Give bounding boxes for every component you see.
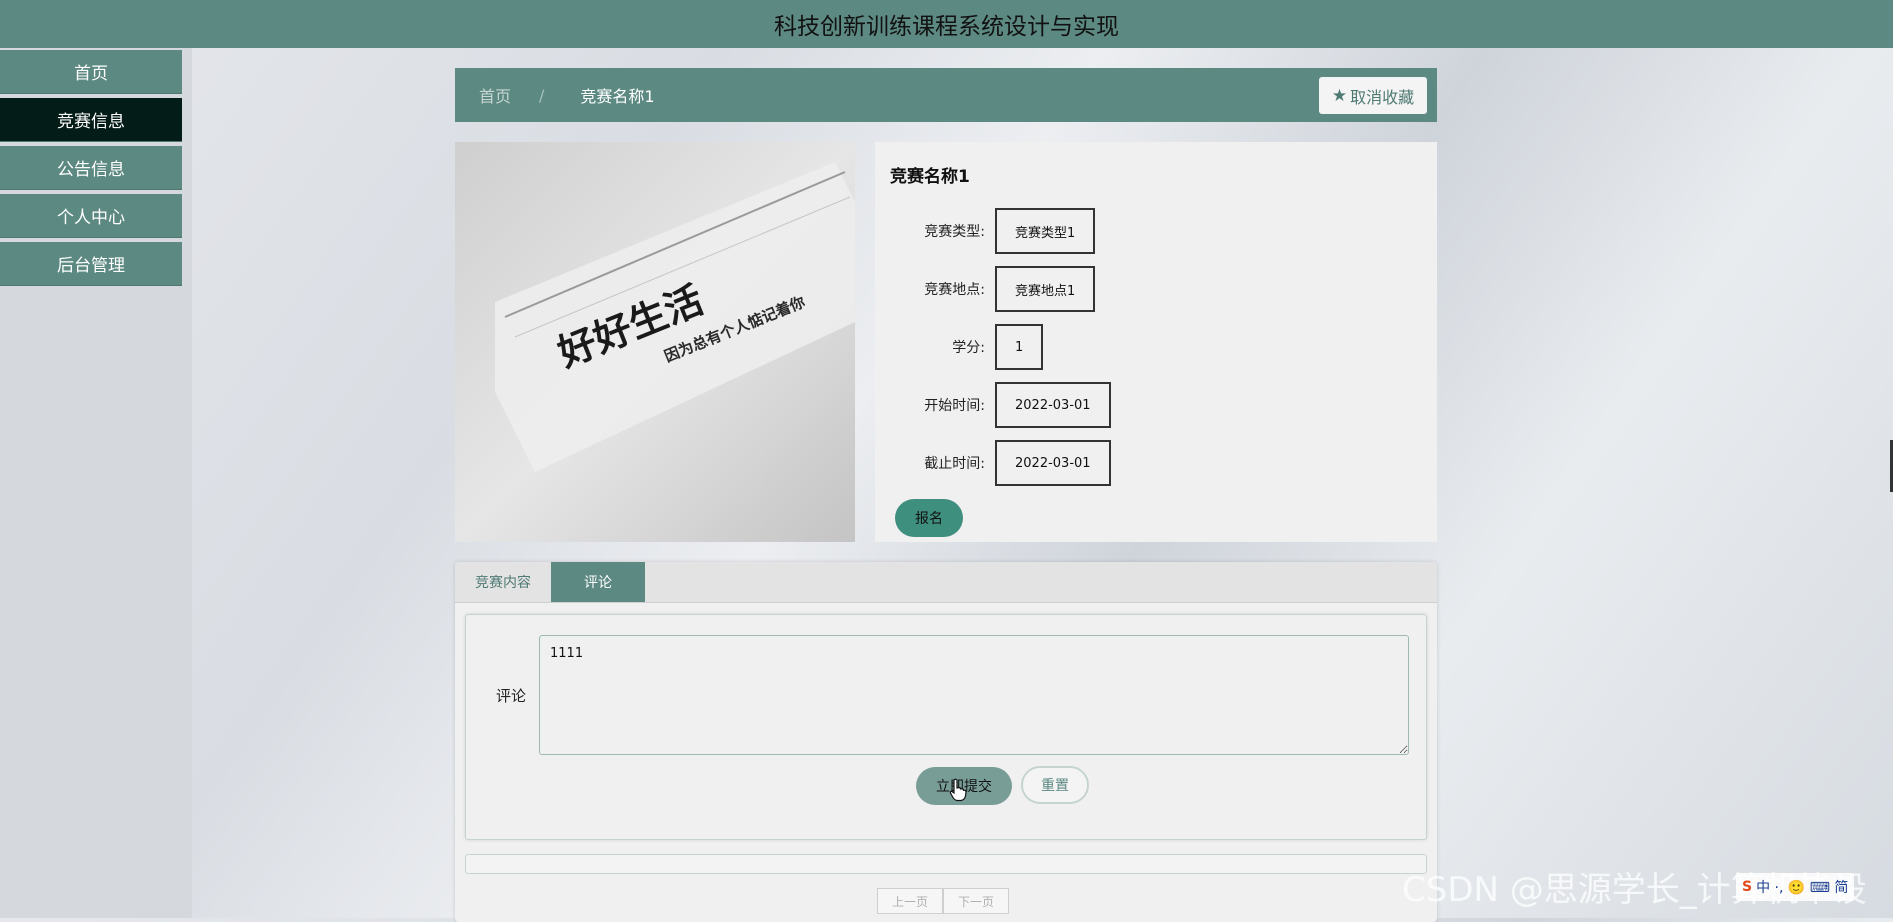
- detail-value: 2022-03-01: [995, 382, 1111, 428]
- competition-image-art: 好好生活 因为总有个人惦记着你: [455, 142, 855, 542]
- breadcrumb-home-link[interactable]: 首页: [479, 83, 511, 107]
- comment-label: 评论: [496, 687, 527, 705]
- comment-form: 评论 1111 立即提交 重置: [465, 614, 1427, 840]
- prev-page-button[interactable]: 上一页: [877, 888, 943, 914]
- app-title: 科技创新训练课程系统设计与实现: [774, 14, 1119, 40]
- competition-title: 竞赛名称1: [890, 167, 970, 187]
- detail-row-credits: 学分: 1: [875, 324, 1437, 370]
- app-header: 科技创新训练课程系统设计与实现: [0, 0, 1893, 48]
- detail-row-end-time: 截止时间: 2022-03-01: [875, 440, 1437, 486]
- detail-label: 竞赛地点:: [924, 282, 985, 298]
- sidebar-item-competitions[interactable]: 竞赛信息: [0, 98, 182, 142]
- tab-comments[interactable]: 评论: [551, 562, 645, 602]
- detail-label: 截止时间:: [924, 456, 985, 472]
- next-page-button[interactable]: 下一页: [943, 888, 1009, 914]
- sidebar-item-home[interactable]: 首页: [0, 50, 182, 94]
- ime-status-text: 中 ·, 🙂 ⌨ 简: [1756, 880, 1849, 896]
- tabs-panel: 竞赛内容 评论 评论 1111 立即提交 重置 上一页 下一页: [455, 562, 1437, 922]
- sidebar-item-label: 后台管理: [57, 256, 125, 276]
- sidebar-item-profile[interactable]: 个人中心: [0, 194, 182, 238]
- detail-value: 2022-03-01: [995, 440, 1111, 486]
- breadcrumb: 首页 / 竞赛名称1 ★ 取消收藏: [455, 68, 1437, 122]
- detail-row-location: 竞赛地点: 竞赛地点1: [875, 266, 1437, 312]
- detail-label: 竞赛类型:: [924, 224, 985, 240]
- ime-indicator: S 中 ·, 🙂 ⌨ 简: [1736, 873, 1855, 901]
- sidebar: 首页 竞赛信息 公告信息 个人中心 后台管理: [0, 48, 192, 918]
- sidebar-item-announcements[interactable]: 公告信息: [0, 146, 182, 190]
- comment-input[interactable]: 1111: [539, 635, 1409, 755]
- comment-list: [465, 854, 1427, 874]
- sidebar-item-label: 首页: [74, 64, 108, 84]
- unfavorite-button[interactable]: ★ 取消收藏: [1319, 77, 1427, 114]
- sidebar-item-admin[interactable]: 后台管理: [0, 242, 182, 286]
- tab-bar: 竞赛内容 评论: [455, 562, 1437, 603]
- detail-value: 1: [995, 324, 1044, 370]
- unfavorite-button-label: 取消收藏: [1350, 87, 1415, 107]
- breadcrumb-current: 竞赛名称1: [580, 87, 655, 106]
- sidebar-item-label: 个人中心: [57, 208, 125, 228]
- star-icon: ★: [1331, 85, 1348, 106]
- breadcrumb-separator: /: [539, 85, 545, 105]
- hand-cursor-icon: [949, 778, 967, 802]
- competition-details: 竞赛名称1 竞赛类型: 竞赛类型1 竞赛地点: 竞赛地点1 学分: 1 开始时间…: [875, 142, 1437, 542]
- detail-label: 开始时间:: [924, 398, 985, 414]
- detail-value: 竞赛类型1: [995, 208, 1096, 254]
- pagination: 上一页 下一页: [877, 888, 1009, 914]
- reset-button[interactable]: 重置: [1021, 766, 1089, 804]
- detail-row-start-time: 开始时间: 2022-03-01: [875, 382, 1437, 428]
- sidebar-item-label: 公告信息: [57, 160, 125, 180]
- sidebar-item-label: 竞赛信息: [57, 112, 125, 132]
- tab-competition-content[interactable]: 竞赛内容: [455, 562, 551, 602]
- competition-image: 好好生活 因为总有个人惦记着你: [455, 142, 855, 542]
- detail-value: 竞赛地点1: [995, 266, 1096, 312]
- signup-button[interactable]: 报名: [895, 499, 963, 537]
- detail-row-type: 竞赛类型: 竞赛类型1: [875, 208, 1437, 254]
- ime-logo-icon: S: [1742, 879, 1753, 895]
- detail-label: 学分:: [952, 340, 985, 356]
